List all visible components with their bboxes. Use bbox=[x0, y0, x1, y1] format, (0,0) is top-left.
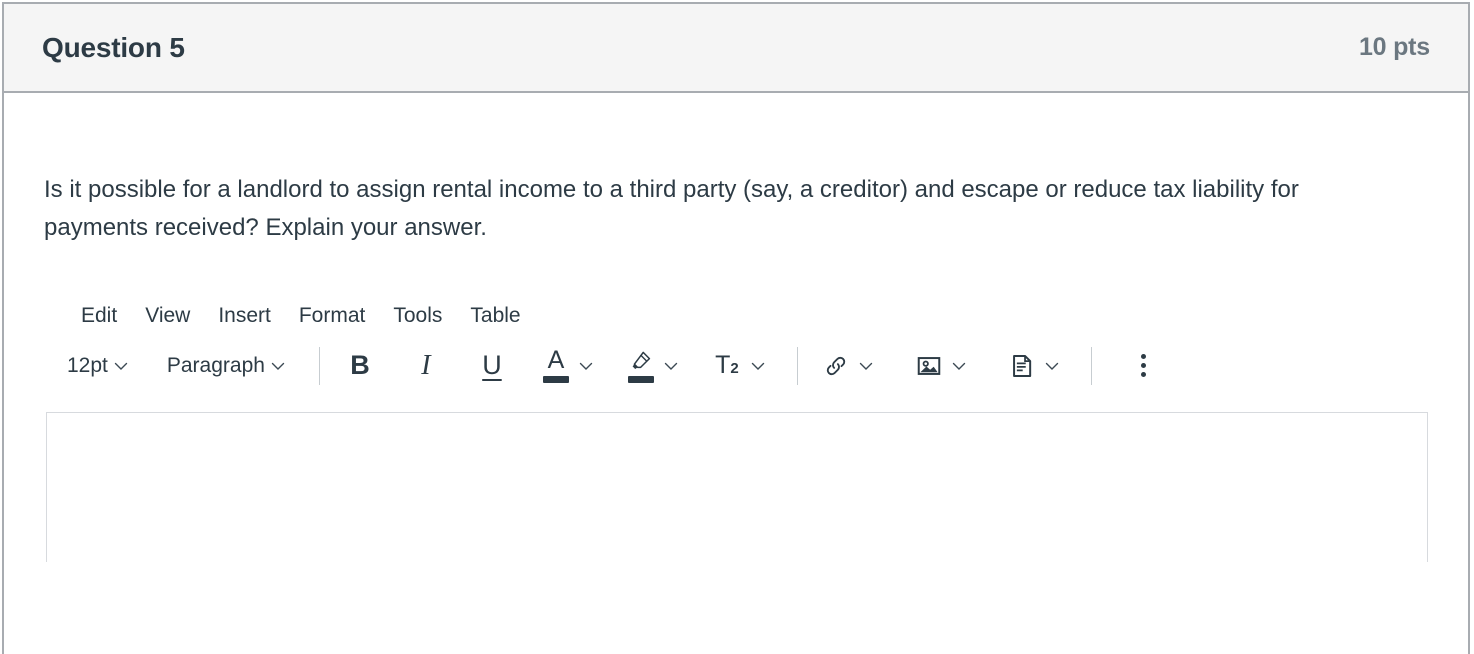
chevron-down-icon[interactable] bbox=[748, 356, 768, 376]
editor-menubar: Edit View Insert Format Tools Table bbox=[44, 295, 1428, 337]
highlight-color-button[interactable] bbox=[617, 344, 688, 387]
question-header: Question 5 10 pts bbox=[4, 4, 1468, 93]
highlight-color-swatch bbox=[627, 376, 654, 384]
document-icon bbox=[1005, 349, 1039, 383]
more-options-button[interactable] bbox=[1120, 345, 1168, 387]
link-icon bbox=[819, 349, 853, 383]
chevron-down-icon[interactable] bbox=[1042, 356, 1062, 376]
toolbar-divider bbox=[318, 346, 320, 385]
kebab-dot bbox=[1141, 354, 1147, 360]
kebab-more-icon bbox=[1127, 349, 1161, 383]
menu-item-table[interactable]: Table bbox=[456, 301, 534, 331]
insert-document-button[interactable] bbox=[998, 345, 1069, 387]
page-title: Question 5 bbox=[42, 31, 185, 63]
question-body: Is it possible for a landlord to assign … bbox=[4, 93, 1468, 562]
superscript-icon: T2 bbox=[715, 351, 739, 380]
toolbar-group-insert bbox=[812, 345, 1069, 387]
insert-image-button[interactable] bbox=[905, 345, 976, 387]
text-color-letter: A bbox=[547, 346, 565, 375]
kebab-dot bbox=[1141, 372, 1147, 378]
menu-item-insert[interactable]: Insert bbox=[204, 301, 285, 331]
italic-button[interactable]: I bbox=[400, 348, 452, 384]
menu-item-format[interactable]: Format bbox=[285, 301, 380, 331]
menu-item-view[interactable]: View bbox=[131, 301, 204, 331]
rich-content-editor: Edit View Insert Format Tools Table 12pt bbox=[4, 295, 1468, 562]
block-format-dropdown[interactable]: Paragraph bbox=[160, 350, 295, 382]
text-color-icon: A bbox=[539, 346, 573, 384]
chevron-down-icon[interactable] bbox=[949, 356, 969, 376]
chevron-down-icon[interactable] bbox=[661, 356, 681, 376]
toolbar-group-text-style: 12pt Paragraph bbox=[60, 350, 295, 382]
toolbar-group-inline-format: B I U A T 2 bbox=[334, 344, 775, 387]
underline-button[interactable]: U bbox=[466, 348, 518, 383]
answer-editor-body[interactable] bbox=[46, 411, 1428, 562]
text-color-button[interactable]: A bbox=[532, 344, 603, 387]
toolbar-divider bbox=[1090, 346, 1092, 385]
chevron-down-icon bbox=[111, 356, 131, 376]
font-size-dropdown[interactable]: 12pt bbox=[60, 350, 138, 382]
text-color-swatch bbox=[542, 376, 569, 384]
italic-icon: I bbox=[421, 349, 431, 381]
insert-link-button[interactable] bbox=[812, 345, 883, 387]
question-container: Question 5 10 pts Is it possible for a l… bbox=[2, 2, 1470, 654]
bold-button[interactable]: B bbox=[334, 348, 386, 383]
bold-icon: B bbox=[350, 350, 370, 381]
highlighter-icon bbox=[624, 348, 658, 384]
underline-icon: U bbox=[482, 350, 502, 381]
menu-item-edit[interactable]: Edit bbox=[67, 301, 131, 331]
font-size-value: 12pt bbox=[67, 353, 108, 377]
question-text: Is it possible for a landlord to assign … bbox=[44, 176, 1299, 241]
chevron-down-icon[interactable] bbox=[856, 356, 876, 376]
superscript-button[interactable]: T2 bbox=[702, 349, 775, 382]
menu-item-tools[interactable]: Tools bbox=[379, 301, 456, 331]
kebab-dot bbox=[1141, 363, 1147, 369]
toolbar-divider bbox=[796, 346, 798, 385]
block-format-value: Paragraph bbox=[166, 353, 265, 377]
image-icon bbox=[912, 349, 946, 383]
chevron-down-icon[interactable] bbox=[576, 356, 596, 376]
chevron-down-icon bbox=[268, 356, 288, 376]
question-points: 10 pts bbox=[1358, 33, 1430, 61]
editor-toolbar: 12pt Paragraph B I U A T 2 bbox=[44, 337, 1428, 395]
